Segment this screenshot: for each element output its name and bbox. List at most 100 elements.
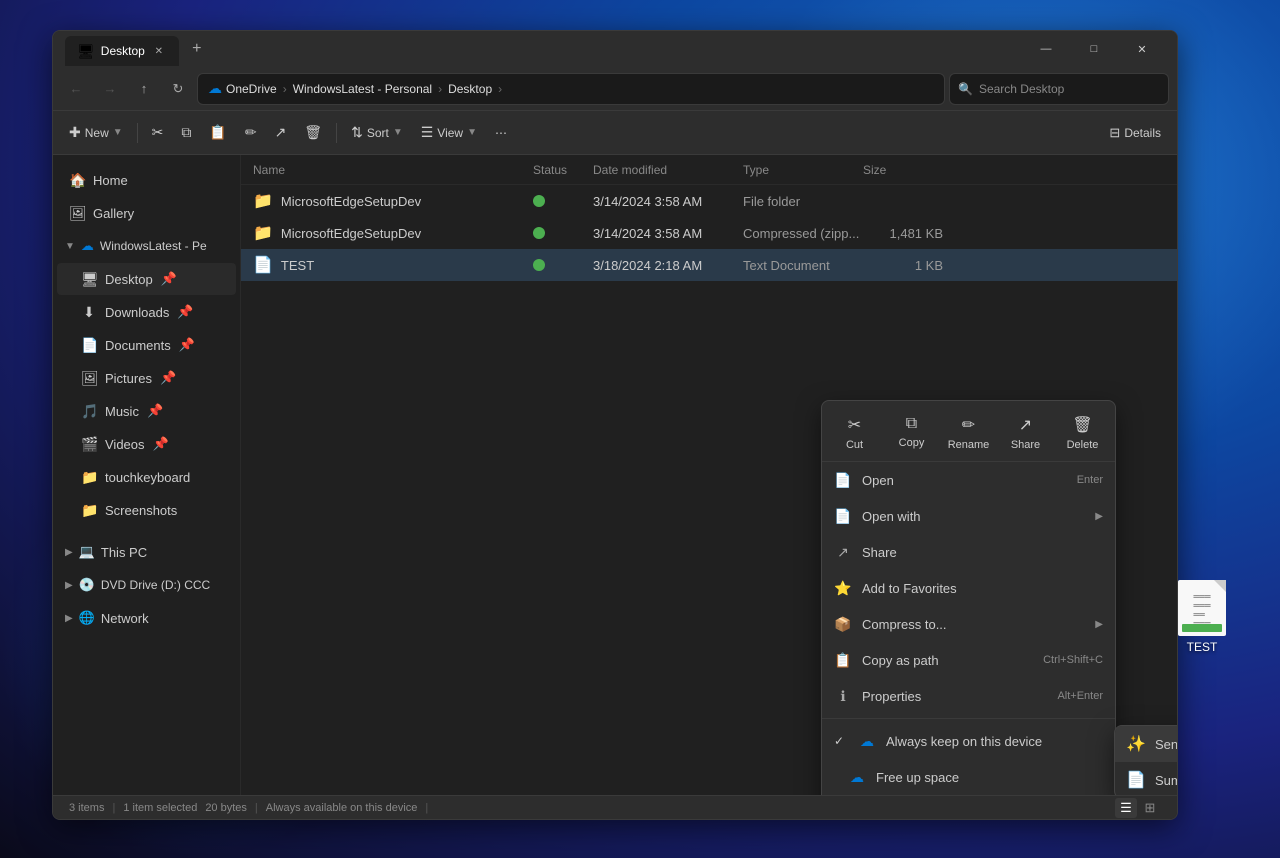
tab-close-button[interactable]: ✕ <box>151 43 167 59</box>
path-personal[interactable]: WindowsLatest - Personal <box>293 82 432 96</box>
forward-button[interactable]: → <box>95 74 125 104</box>
copy-button[interactable]: ⧉ <box>173 117 199 149</box>
main-content: 🏠 Home 🖼 Gallery ▼ ☁ WindowsLatest - Pe … <box>53 155 1177 795</box>
desktop-file-label: TEST <box>1187 640 1218 654</box>
toolbar-right: ⊟ Details <box>1101 117 1169 149</box>
ctx-delete-label: Delete <box>1067 439 1099 451</box>
path-desktop[interactable]: Desktop <box>448 82 492 96</box>
ctx-rename-icon: ✏ <box>962 415 975 435</box>
table-row[interactable]: 📁 MicrosoftEdgeSetupDev 3/14/2024 3:58 A… <box>241 185 1177 217</box>
downloads-label: Downloads <box>105 305 169 320</box>
desktop-file-icon[interactable]: ═══════════ TEST <box>1166 580 1238 654</box>
delete-icon: 🗑 <box>304 124 322 141</box>
header-size: Size <box>863 163 943 177</box>
sidebar-item-videos[interactable]: 🎬 Videos 📌 <box>57 428 236 460</box>
network-label: Network <box>101 611 149 626</box>
sidebar-item-pictures[interactable]: 🖼 Pictures 📌 <box>57 362 236 394</box>
paste-button[interactable]: 📋 <box>201 117 234 149</box>
file-content-lines: ═══════════ <box>1193 592 1210 628</box>
sidebar-item-screenshots[interactable]: 📁 Screenshots <box>57 494 236 526</box>
ctx-copy-button[interactable]: ⧉ Copy <box>883 409 940 457</box>
close-button[interactable]: ✕ <box>1119 33 1165 65</box>
ctx-share2-button[interactable]: ↗ Share <box>822 534 1115 570</box>
sidebar-item-documents[interactable]: 📄 Documents 📌 <box>57 329 236 361</box>
sidebar-item-touchkeyboard[interactable]: 📁 touchkeyboard <box>57 461 236 493</box>
address-path[interactable]: ☁ OneDrive › WindowsLatest - Personal › … <box>197 73 945 105</box>
delete-button[interactable]: 🗑 <box>296 117 330 149</box>
videos-label: Videos <box>105 437 145 452</box>
summarize-icon: 📄 <box>1127 770 1145 790</box>
status-cell-1 <box>533 195 593 207</box>
share-button[interactable]: ↗ <box>267 117 295 149</box>
ctx-separator-1 <box>822 718 1115 719</box>
size-cell-3: 1 KB <box>863 258 943 273</box>
ctx-alwayskeep-button[interactable]: ✓ ☁ Always keep on this device <box>822 723 1115 759</box>
cloud-icon: ☁ <box>81 238 94 254</box>
pictures-label: Pictures <box>105 371 152 386</box>
list-view-button[interactable]: ☰ <box>1115 798 1137 818</box>
ctx-cut-button[interactable]: ✂ Cut <box>826 409 883 457</box>
ctx-copypath-button[interactable]: 📋 Copy as path Ctrl+Shift+C <box>822 642 1115 678</box>
sidebar-item-downloads[interactable]: ⬇ Downloads 📌 <box>57 296 236 328</box>
refresh-button[interactable]: ↻ <box>163 74 193 104</box>
status-availability: Always available on this device <box>266 802 418 814</box>
back-button[interactable]: ← <box>61 74 91 104</box>
view-button[interactable]: ☰ View ▼ <box>413 117 485 149</box>
table-row[interactable]: 📄 TEST 3/18/2024 2:18 AM Text Document 1… <box>241 249 1177 281</box>
ctx-openwith-button[interactable]: 📄 Open with ▶ <box>822 498 1115 534</box>
tab-label: Desktop <box>101 44 145 58</box>
header-status: Status <box>533 163 593 177</box>
path-sep-2: › <box>438 82 442 96</box>
rename-button[interactable]: ✏ <box>237 117 265 149</box>
screenshots-label: Screenshots <box>105 503 177 518</box>
new-icon: ✚ <box>69 124 81 141</box>
ctx-properties-icon: ℹ <box>834 688 852 705</box>
path-onedrive[interactable]: OneDrive <box>226 82 277 96</box>
details-button[interactable]: ⊟ Details <box>1101 117 1169 149</box>
send-copilot-label: Send to Copilot <box>1155 737 1177 752</box>
sidebar-item-gallery[interactable]: 🖼 Gallery <box>57 197 236 229</box>
new-button[interactable]: ✚ New ▼ <box>61 117 131 149</box>
up-button[interactable]: ↑ <box>129 74 159 104</box>
music-label: Music <box>105 404 139 419</box>
search-placeholder: Search Desktop <box>979 82 1064 96</box>
sidebar-item-home[interactable]: 🏠 Home <box>57 164 236 196</box>
window-controls: — □ ✕ <box>1023 33 1165 65</box>
statusbar: 3 items | 1 item selected 20 bytes | Alw… <box>53 795 1177 819</box>
sidebar-section-windowslatest[interactable]: ▼ ☁ WindowsLatest - Pe <box>57 230 236 262</box>
sidebar-section-network[interactable]: ▶ 🌐 Network <box>57 602 236 634</box>
ctx-freeup-button[interactable]: ☁ Free up space <box>822 759 1115 795</box>
add-tab-button[interactable]: + <box>183 35 211 63</box>
submenu-send-copilot[interactable]: ✨ Send to Copilot <box>1115 726 1177 762</box>
search-icon: 🔍 <box>958 82 973 96</box>
more-button[interactable]: ⋯ <box>487 117 515 149</box>
sidebar-item-music[interactable]: 🎵 Music 📌 <box>57 395 236 427</box>
tab-icon: 🖥 <box>77 43 95 60</box>
path-sep-1: › <box>283 82 287 96</box>
sidebar-section-dvd[interactable]: ▶ 💿 DVD Drive (D:) CCC <box>57 569 236 601</box>
touchkeyboard-label: touchkeyboard <box>105 470 190 485</box>
maximize-button[interactable]: □ <box>1071 33 1117 65</box>
ctx-copy-label: Copy <box>899 437 925 449</box>
toolbar-separator-2 <box>336 123 337 143</box>
cut-button[interactable]: ✂ <box>144 117 172 149</box>
ctx-share-button[interactable]: ↗ Share <box>997 409 1054 457</box>
sidebar-section-thispc[interactable]: ▶ 💻 This PC <box>57 536 236 568</box>
search-box[interactable]: 🔍 Search Desktop <box>949 73 1169 105</box>
ctx-properties-button[interactable]: ℹ Properties Alt+Enter <box>822 678 1115 714</box>
grid-view-button[interactable]: ⊞ <box>1139 798 1161 818</box>
thispc-label: This PC <box>101 545 147 560</box>
copy-icon: ⧉ <box>181 124 191 141</box>
minimize-button[interactable]: — <box>1023 33 1069 65</box>
ctx-compress-button[interactable]: 📦 Compress to... ▶ <box>822 606 1115 642</box>
ctx-rename-button[interactable]: ✏ Rename <box>940 409 997 457</box>
sidebar-item-desktop[interactable]: 🖥 Desktop 📌 <box>57 263 236 295</box>
ctx-favorites-button[interactable]: ⭐ Add to Favorites <box>822 570 1115 606</box>
table-row[interactable]: 📁 MicrosoftEdgeSetupDev 3/14/2024 3:58 A… <box>241 217 1177 249</box>
ctx-share2-label: Share <box>862 545 1103 560</box>
ctx-delete-button[interactable]: 🗑 Delete <box>1054 409 1111 457</box>
ctx-open-button[interactable]: 📄 Open Enter <box>822 462 1115 498</box>
submenu-summarize[interactable]: 📄 Summarize <box>1115 762 1177 795</box>
window-tab[interactable]: 🖥 Desktop ✕ <box>65 36 179 66</box>
sort-button[interactable]: ⇅ Sort ▼ <box>343 117 411 149</box>
